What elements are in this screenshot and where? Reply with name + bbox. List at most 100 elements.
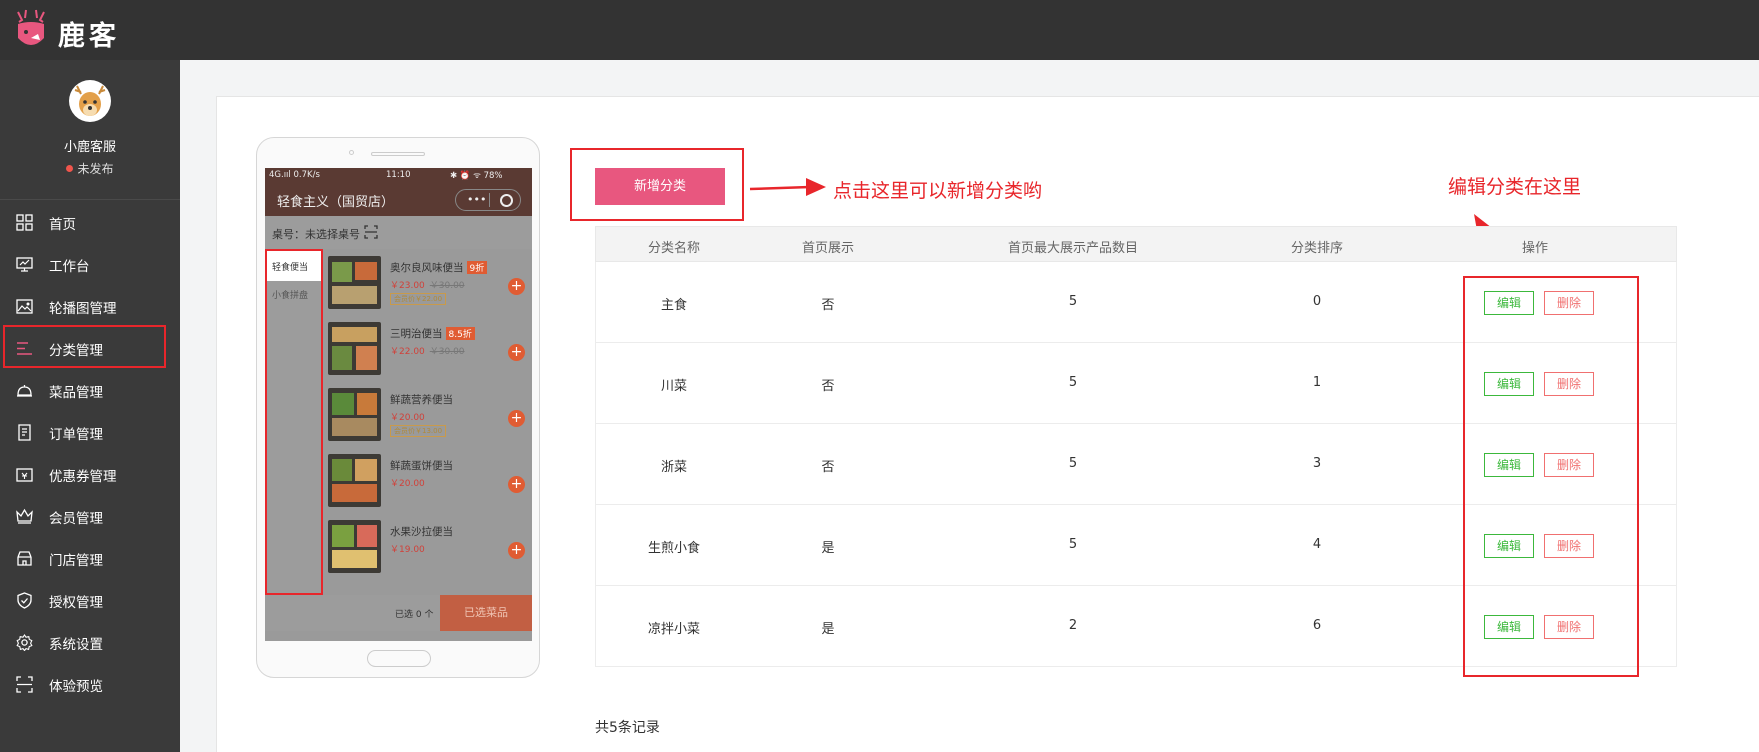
cell-sort: 0 [1312, 294, 1322, 309]
add-to-cart-button[interactable]: + [508, 278, 525, 295]
deer-logo-icon [17, 9, 45, 45]
category-item[interactable]: 小食拼盘 [267, 279, 321, 309]
cell-max: 5 [1068, 456, 1078, 471]
sidebar-item-auth[interactable]: 授权管理 [0, 579, 180, 621]
table-number-text: 桌号：未选择桌号 [272, 228, 360, 241]
phone-status-bar: 4G.ııl 0.7K/s 11:10 ✱ ⏰ ᯤ 78% [265, 168, 532, 183]
close-circle-icon [500, 194, 513, 207]
annotation-add-hint: 点击这里可以新增分类哟 [833, 180, 1043, 202]
category-item[interactable]: 轻食便当 [267, 251, 321, 281]
sidebar-item-banner[interactable]: 轮播图管理 [0, 285, 180, 327]
phone-nav-bar: 轻食主义（国贸店） ••• [265, 183, 532, 216]
cell-sort: 6 [1312, 618, 1322, 633]
product-item[interactable]: 三明治便当 8.5折 ￥22.00 ￥30.00 + [328, 322, 528, 388]
highlight-box-operations [1463, 276, 1639, 677]
status-dot [66, 165, 74, 172]
sidebar-item-coupons[interactable]: 优惠券管理 [0, 453, 180, 495]
product-item[interactable]: 鲜蔬营养便当 ￥20.00 会员价￥13.00 + [328, 388, 528, 454]
add-to-cart-button[interactable]: + [508, 410, 525, 427]
record-count: 共5条记录 [595, 720, 660, 736]
status-text: 未发布 [77, 162, 114, 176]
cell-sort: 1 [1312, 375, 1322, 390]
member-price-badge: 会员价￥13.00 [390, 425, 447, 437]
mini-program-capsule[interactable]: ••• [455, 189, 521, 211]
product-item[interactable]: 水果沙拉便当 ￥19.00 + [328, 520, 528, 586]
cell-show: 否 [821, 298, 835, 313]
cell-name: 川菜 [660, 379, 688, 394]
sidebar-item-label: 订单管理 [49, 427, 103, 443]
status-signal: 4G.ııl 0.7K/s [269, 170, 320, 180]
discount-badge: 8.5折 [445, 327, 475, 340]
selected-dishes-button[interactable]: 已选菜品 [440, 595, 532, 631]
sidebar-item-label: 工作台 [49, 259, 90, 275]
store-icon [17, 551, 32, 566]
brand-name: 鹿客 [58, 21, 120, 52]
cart-bar: 已选 0 个 已选菜品 [265, 595, 532, 631]
original-price: ￥30.00 [429, 281, 465, 291]
cell-name: 主食 [660, 298, 688, 313]
arrow-right-icon [749, 178, 826, 196]
cell-sort: 3 [1312, 456, 1322, 471]
product-image [328, 256, 381, 309]
cell-max: 2 [1068, 618, 1078, 633]
column-header: 分类排序 [1290, 241, 1344, 256]
column-header: 分类名称 [647, 241, 701, 256]
phone-camera-icon [349, 150, 354, 155]
sidebar-item-label: 授权管理 [49, 595, 103, 611]
member-price-badge: 会员价￥22.00 [390, 293, 447, 305]
product-image [328, 454, 381, 507]
user-panel: 小鹿客服 未发布 [0, 60, 180, 200]
column-header: 操作 [1521, 241, 1549, 256]
crown-icon [16, 508, 33, 524]
sidebar-item-label: 菜品管理 [49, 385, 103, 401]
cell-sort: 4 [1312, 537, 1322, 552]
sidebar-item-orders[interactable]: 订单管理 [0, 411, 180, 453]
monitor-icon [16, 257, 33, 272]
product-item[interactable]: 鲜蔬蛋饼便当 ￥20.00 + [328, 454, 528, 520]
sidebar-item-workbench[interactable]: 工作台 [0, 243, 180, 285]
cell-max: 5 [1068, 537, 1078, 552]
scan-icon [16, 676, 33, 693]
cell-name: 生煎小食 [647, 541, 701, 556]
sidebar-item-label: 优惠券管理 [49, 469, 117, 485]
product-name: 奥尔良风味便当 9折 [390, 260, 488, 275]
product-price: ￥19.00 [390, 545, 425, 555]
add-to-cart-button[interactable]: + [508, 344, 525, 361]
original-price: ￥30.00 [429, 347, 465, 357]
product-image [328, 322, 381, 375]
product-price: ￥23.00 ￥30.00 [390, 281, 465, 291]
cell-max: 5 [1068, 294, 1078, 309]
sidebar-item-label: 门店管理 [49, 553, 103, 569]
cell-show: 否 [821, 460, 835, 475]
shield-icon [17, 592, 32, 609]
product-name: 水果沙拉便当 [390, 526, 453, 538]
sidebar-item-members[interactable]: 会员管理 [0, 495, 180, 537]
add-to-cart-button[interactable]: + [508, 542, 525, 559]
product-price: ￥22.00 ￥30.00 [390, 347, 465, 357]
sidebar-item-stores[interactable]: 门店管理 [0, 537, 180, 579]
cell-show: 否 [821, 379, 835, 394]
table-number-bar[interactable]: 桌号：未选择桌号 [265, 216, 532, 249]
sidebar-item-label: 会员管理 [49, 511, 103, 527]
sidebar-item-home[interactable]: 首页 [0, 201, 180, 243]
cell-show: 是 [821, 541, 835, 556]
avatar[interactable] [69, 80, 111, 122]
add-to-cart-button[interactable]: + [508, 476, 525, 493]
sidebar-item-dishes[interactable]: 菜品管理 [0, 369, 180, 411]
sidebar-item-preview[interactable]: 体验预览 [0, 663, 180, 705]
add-category-button[interactable]: 新增分类 [595, 168, 725, 205]
document-icon [18, 424, 31, 441]
product-price: ￥20.00 [390, 479, 425, 489]
sidebar-item-settings[interactable]: 系统设置 [0, 621, 180, 663]
column-header: 首页展示 [801, 241, 855, 256]
phone-screen: 4G.ııl 0.7K/s 11:10 ✱ ⏰ ᯤ 78% 轻食主义（国贸店） … [265, 168, 532, 641]
phone-home-button [367, 650, 431, 667]
cell-show: 是 [821, 622, 835, 637]
highlight-box-sidebar [3, 325, 166, 368]
status-time: 11:10 [386, 170, 411, 180]
sidebar-item-label: 体验预览 [49, 679, 103, 695]
store-title: 轻食主义（国贸店） [277, 195, 395, 210]
product-image [328, 388, 381, 441]
scan-icon [364, 225, 378, 239]
product-item[interactable]: 奥尔良风味便当 9折 ￥23.00 ￥30.00 会员价￥22.00 + [328, 256, 528, 322]
